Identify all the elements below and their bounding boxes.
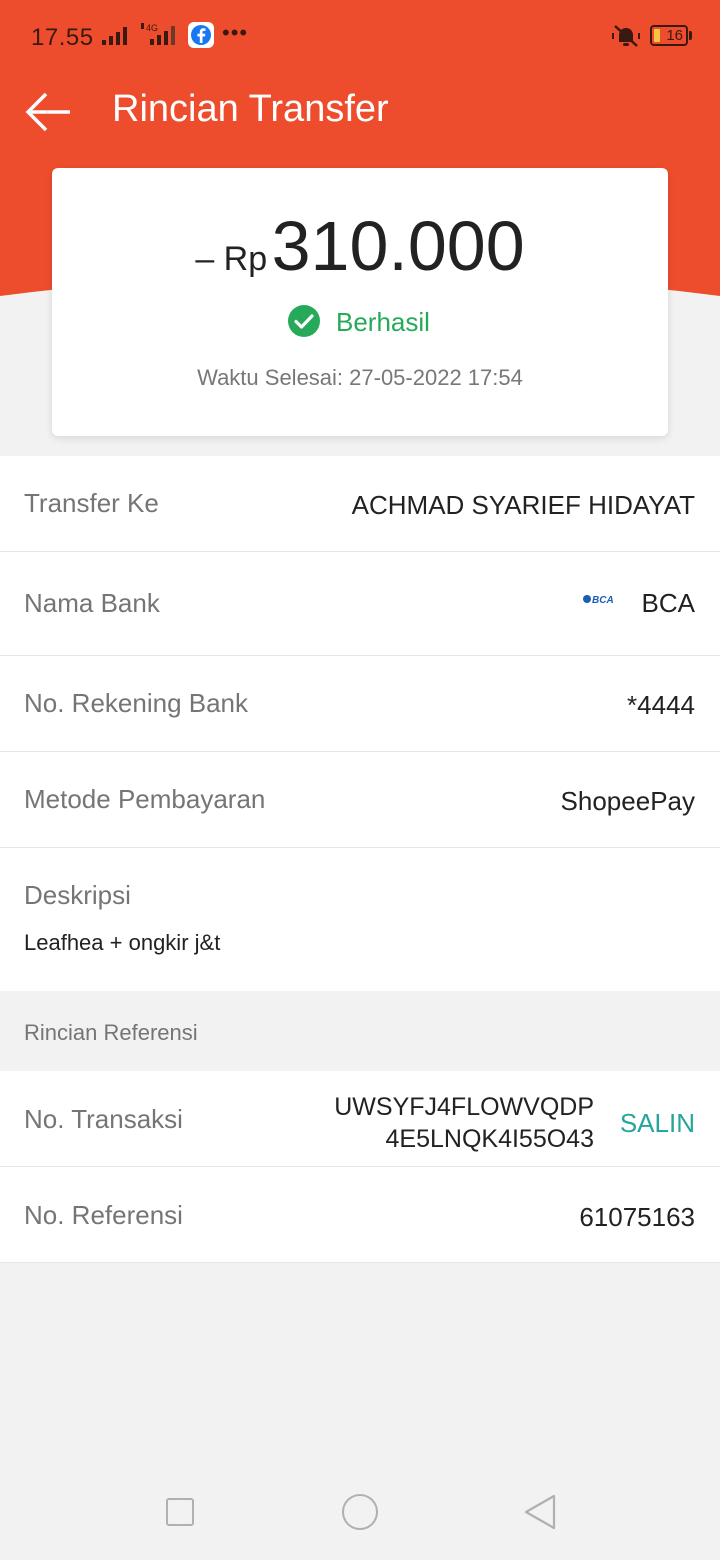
transfer-details: Transfer Ke ACHMAD SYARIEF HIDAYAT Nama … — [0, 456, 720, 991]
silent-mode-icon — [612, 25, 640, 47]
amount-currency-prefix: – Rp — [195, 240, 268, 278]
signal-4g-icon: 4G — [141, 23, 175, 45]
detail-row-transfer-to: Transfer Ke ACHMAD SYARIEF HIDAYAT — [0, 456, 720, 552]
transaction-number-line2: 4E5LNQK4I55O43 — [385, 1125, 594, 1153]
detail-label: No. Rekening Bank — [24, 688, 249, 718]
detail-label: Nama Bank — [24, 588, 160, 618]
status-text: Berhasil — [336, 307, 430, 337]
bca-logo: BCA — [583, 595, 614, 606]
more-dots-icon: ••• — [222, 20, 249, 45]
bca-logo-text: BCA — [592, 595, 614, 606]
detail-row-account-number: No. Rekening Bank *4444 — [0, 656, 720, 752]
detail-label: Transfer Ke — [24, 488, 159, 518]
status-bar: 17.55 4G ••• 16 — [0, 0, 720, 72]
detail-row-transaction-no: No. Transaksi UWSYFJ4FLOWVQDP 4E5LNQK4I5… — [0, 1071, 720, 1167]
recent-apps-icon[interactable] — [166, 1498, 194, 1526]
detail-row-description: Deskripsi Leafhea + ongkir j&t — [0, 848, 720, 991]
account-number: *4444 — [627, 690, 695, 720]
detail-label: Metode Pembayaran — [24, 784, 266, 814]
battery-icon: 16 — [650, 25, 688, 46]
finish-time: Waktu Selesai: 27-05-2022 17:54 — [197, 365, 523, 390]
svg-text:4G: 4G — [146, 23, 158, 33]
detail-row-payment-method: Metode Pembayaran ShopeePay — [0, 752, 720, 848]
bank-name: BCA — [641, 588, 695, 618]
reference-number: 61075163 — [579, 1202, 695, 1232]
system-nav-bar — [0, 1460, 720, 1560]
battery-tip — [689, 31, 692, 40]
description-text: Leafhea + ongkir j&t — [24, 930, 221, 955]
copy-button[interactable]: SALIN — [620, 1108, 695, 1139]
detail-label: No. Transaksi — [24, 1104, 183, 1134]
transaction-number: UWSYFJ4FLOWVQDP 4E5LNQK4I55O43 — [334, 1091, 594, 1155]
back-icon[interactable] — [522, 1494, 558, 1530]
facebook-icon — [188, 22, 214, 48]
amount-value: 310.000 — [271, 207, 525, 285]
payment-method: ShopeePay — [560, 786, 695, 816]
signal-icon — [102, 27, 127, 45]
detail-label: Deskripsi — [24, 880, 131, 910]
detail-label: No. Referensi — [24, 1200, 183, 1230]
reference-section-header: Rincian Referensi — [0, 991, 720, 1071]
transfer-amount: – Rp 310.000 — [0, 206, 720, 286]
detail-row-bank-name: Nama Bank BCA BCA — [0, 552, 720, 656]
transaction-number-line1: UWSYFJ4FLOWVQDP — [334, 1093, 594, 1121]
section-title: Rincian Referensi — [24, 1020, 198, 1045]
reference-details: No. Transaksi UWSYFJ4FLOWVQDP 4E5LNQK4I5… — [0, 1071, 720, 1263]
page-title: Rincian Transfer — [112, 88, 389, 130]
status-time: 17.55 — [31, 24, 94, 51]
detail-row-reference-no: No. Referensi 61075163 — [0, 1167, 720, 1263]
recipient-name: ACHMAD SYARIEF HIDAYAT — [351, 490, 695, 520]
back-arrow-icon[interactable] — [24, 88, 74, 136]
battery-level: 16 — [666, 27, 683, 44]
check-circle-icon — [288, 305, 320, 337]
home-icon[interactable] — [342, 1494, 378, 1530]
